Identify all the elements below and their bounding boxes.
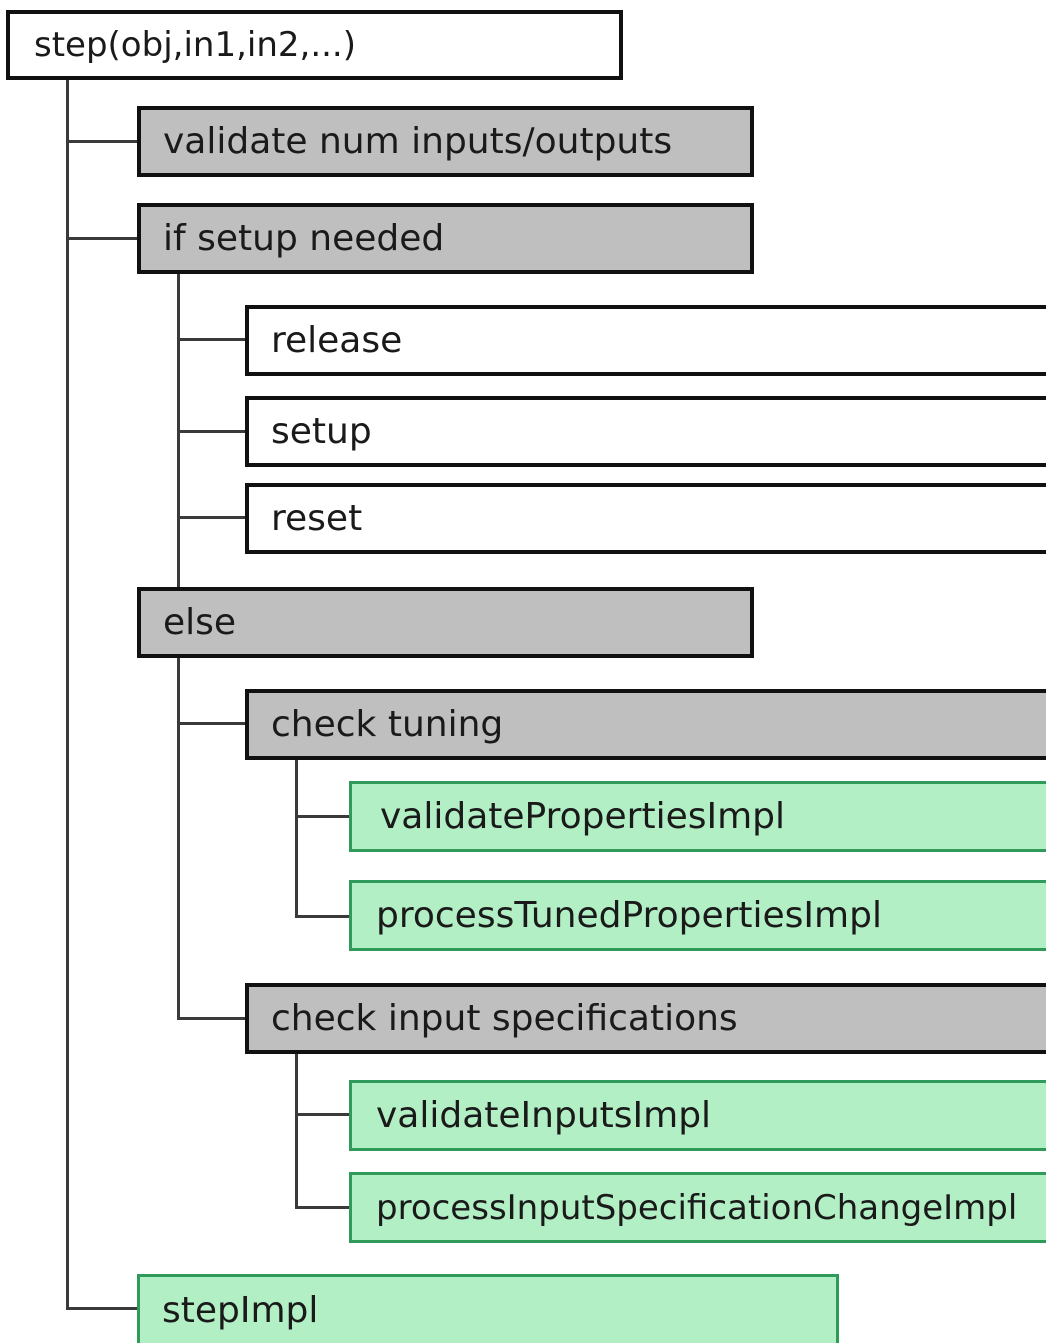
branch-check-tuning: [177, 722, 247, 725]
branch-reset: [177, 516, 247, 519]
check-input-specifications-node: check input specifications: [245, 983, 1046, 1054]
process-tuned-properties-impl-node: processTunedPropertiesImpl: [349, 880, 1046, 951]
validate-properties-impl-node: validatePropertiesImpl: [349, 781, 1046, 852]
release-node: release: [245, 305, 1046, 376]
root-trunk-line: [66, 78, 69, 1310]
else-label: else: [163, 602, 237, 643]
validate-num-node: validate num inputs/outputs: [137, 106, 754, 177]
validate-inputs-impl-label: validateInputsImpl: [376, 1095, 712, 1136]
step-impl-node: stepImpl: [137, 1274, 839, 1343]
branch-validate-properties: [295, 815, 350, 818]
check-tuning-label: check tuning: [271, 704, 504, 745]
setup-label: setup: [271, 411, 372, 452]
branch-step-impl: [66, 1307, 138, 1310]
branch-process-input-spec: [295, 1206, 350, 1209]
branch-release: [177, 338, 247, 341]
if-setup-node: if setup needed: [137, 203, 754, 274]
branch-check-input-specs: [177, 1017, 247, 1020]
check-tuning-node: check tuning: [245, 689, 1046, 760]
validate-num-label: validate num inputs/outputs: [163, 121, 673, 162]
branch-validate-inputs: [295, 1113, 350, 1116]
reset-label: reset: [271, 498, 363, 539]
check-tuning-trunk-line: [295, 758, 298, 918]
process-tuned-properties-impl-label: processTunedPropertiesImpl: [376, 895, 882, 936]
else-trunk-line: [177, 655, 180, 1020]
root-step-label: step(obj,in1,in2,...): [34, 25, 357, 65]
root-step-node: step(obj,in1,in2,...): [6, 10, 623, 80]
validate-inputs-impl-node: validateInputsImpl: [349, 1080, 1046, 1151]
process-input-specification-change-impl-node: processInputSpecificationChangeImpl: [349, 1172, 1046, 1243]
branch-setup: [177, 430, 247, 433]
branch-process-tuned: [295, 915, 350, 918]
if-setup-label: if setup needed: [163, 218, 445, 259]
check-input-specifications-label: check input specifications: [271, 998, 738, 1039]
branch-validate-num: [66, 140, 138, 143]
branch-if-setup: [66, 237, 138, 240]
process-input-specification-change-impl-label: processInputSpecificationChangeImpl: [376, 1187, 1018, 1228]
else-node: else: [137, 587, 754, 658]
check-input-specs-trunk-line: [295, 1051, 298, 1209]
reset-node: reset: [245, 483, 1046, 554]
validate-properties-impl-label: validatePropertiesImpl: [380, 796, 786, 837]
release-label: release: [271, 320, 403, 361]
step-impl-label: stepImpl: [162, 1289, 319, 1331]
setup-node: setup: [245, 396, 1046, 467]
